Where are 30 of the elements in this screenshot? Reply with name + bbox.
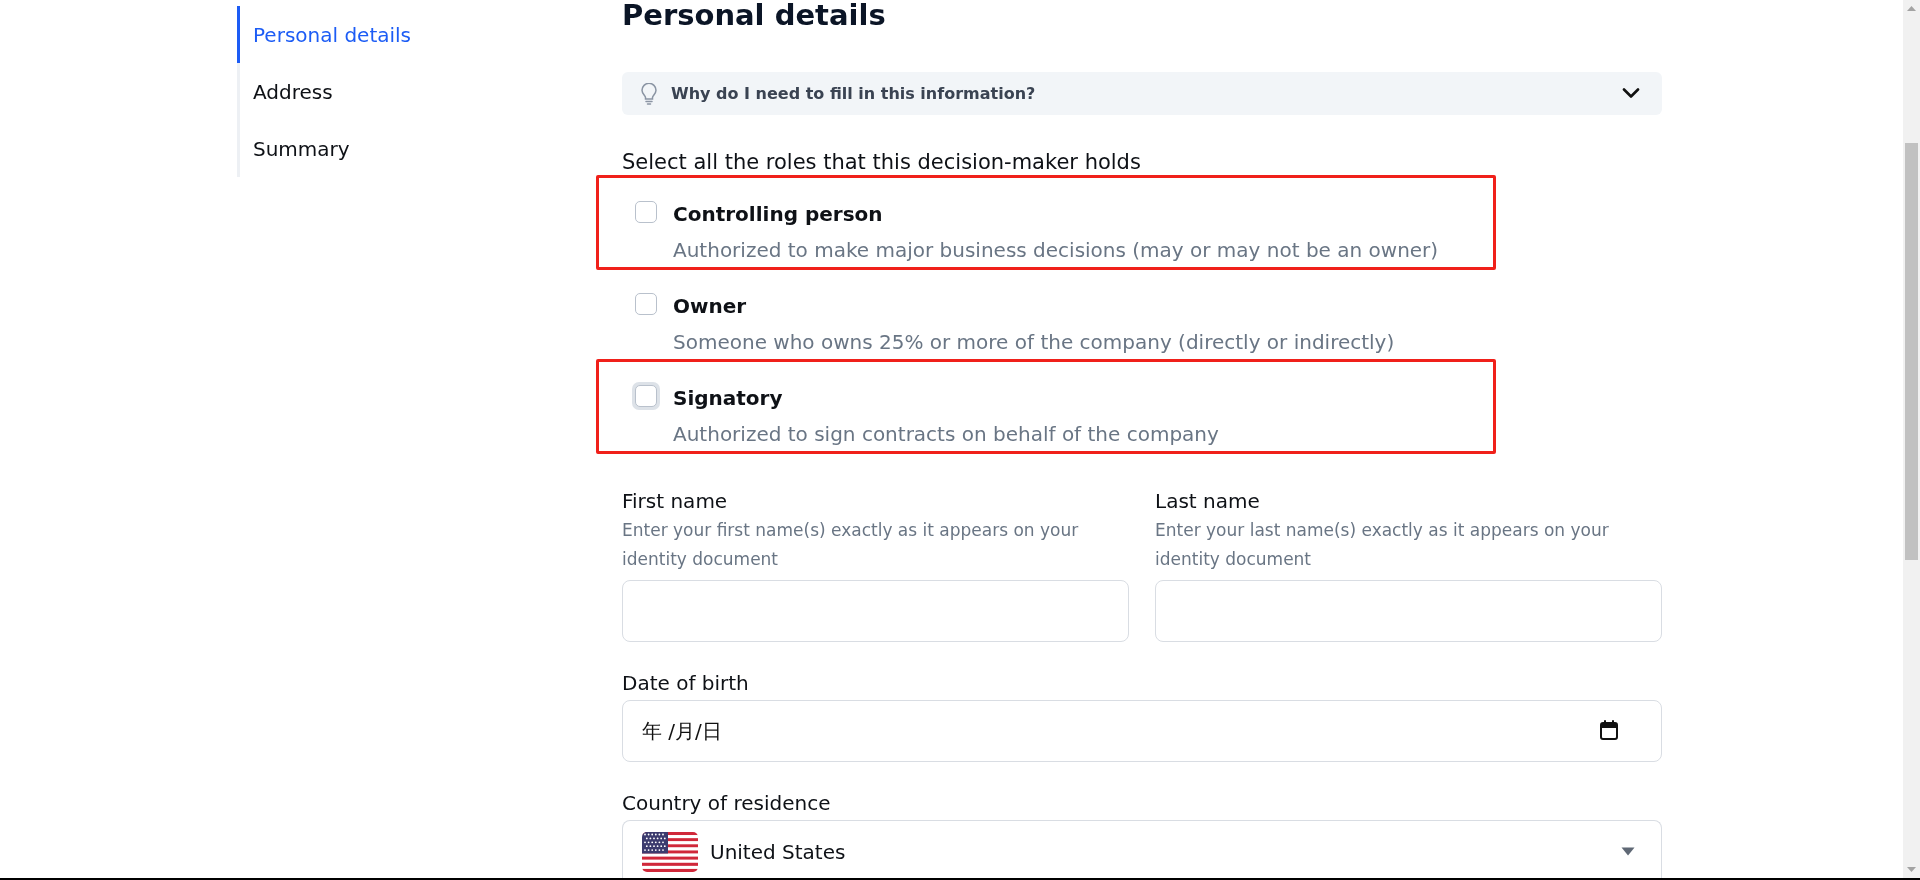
field-label: First name [622,488,729,514]
role-title: Signatory [673,385,784,412]
role-description: Authorized to sign contracts on behalf of the company [673,421,1219,448]
checkbox[interactable] [635,293,657,315]
role-description: Someone who owns 25% or more of the company (directly or indirectly) [673,329,1395,356]
sidebar-item[interactable]: Summary [237,120,622,177]
role-description: Authorized to make major business decisions (may or may not be an owner) [673,237,1439,264]
calendar-icon[interactable] [1600,720,1618,740]
field-label: Last name [1155,488,1261,514]
checkbox[interactable] [635,201,657,223]
date-input-field[interactable]: 年 /月/日 [622,700,1662,762]
text-input-field[interactable] [1155,580,1662,642]
helper-text: Enter your first name(s) exactly as it appears on your identity document [622,519,1080,571]
info-accordion[interactable]: Why do I need to fill in this information? [622,72,1662,115]
helper-text: Enter your last name(s) exactly as it appears on your identity document [1155,519,1610,571]
lightbulb-icon [641,82,657,105]
page-title: Personal details [622,0,887,30]
text-input-field[interactable] [622,580,1129,642]
scroll-down-arrow-icon[interactable] [1907,867,1916,872]
field-label: Country of residence [622,790,832,816]
role-title: Owner [673,293,748,320]
country-select[interactable]: United States [622,820,1662,878]
scrollbar-thumb[interactable] [1905,143,1918,560]
roles-prompt: Select all the roles that this decision-maker holds [622,151,1142,173]
sidebar-item[interactable]: Personal details [237,6,622,63]
flag-icon [642,832,698,872]
field-label: Date of birth [622,670,750,696]
scroll-up-arrow-icon[interactable] [1907,6,1916,11]
role-title: Controlling person [673,201,884,228]
dropdown-caret-icon [1621,847,1635,856]
